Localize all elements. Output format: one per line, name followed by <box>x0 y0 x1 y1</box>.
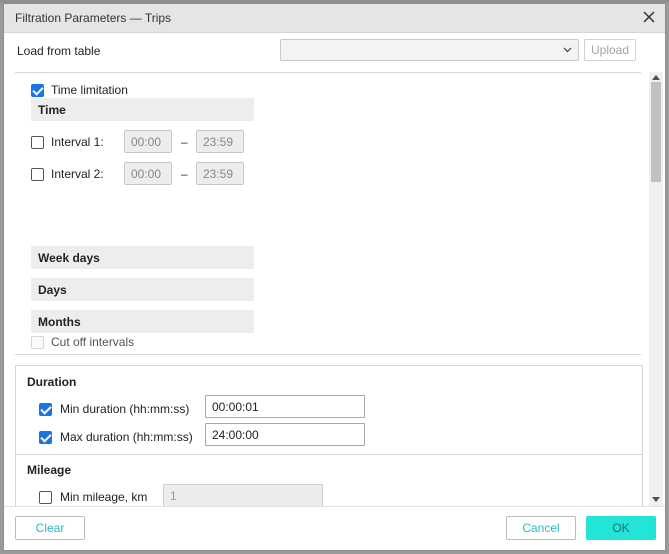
chevron-down-icon <box>563 47 572 53</box>
upload-button[interactable]: Upload <box>584 39 636 61</box>
load-from-table-label: Load from table <box>17 44 101 58</box>
interval-2-dash: – <box>181 167 188 181</box>
cancel-button[interactable]: Cancel <box>506 516 576 540</box>
interval-1-label: Interval 1: <box>51 135 104 149</box>
cut-off-intervals-checkbox[interactable] <box>31 336 44 349</box>
divider <box>15 354 641 355</box>
months-header[interactable]: Months <box>31 310 254 333</box>
filtration-dialog: Filtration Parameters — Trips Load from … <box>3 3 666 551</box>
vertical-scrollbar[interactable] <box>649 72 663 506</box>
interval-1-dash: – <box>181 135 188 149</box>
min-duration-checkbox[interactable] <box>39 403 52 416</box>
scroll-up-icon[interactable] <box>652 75 660 80</box>
time-limitation-checkbox[interactable] <box>31 84 44 97</box>
clear-button[interactable]: Clear <box>15 516 85 540</box>
mileage-title: Mileage <box>27 463 72 477</box>
interval-1-from-input[interactable]: 00:00 <box>124 130 172 153</box>
interval-2-to-input[interactable]: 23:59 <box>196 162 244 185</box>
week-days-header[interactable]: Week days <box>31 246 254 269</box>
cut-off-intervals-label: Cut off intervals <box>51 335 135 349</box>
time-limitation-label: Time limitation <box>51 83 128 97</box>
interval-1-to-input[interactable]: 23:59 <box>196 130 244 153</box>
interval-2-label: Interval 2: <box>51 167 104 181</box>
dialog-footer: Clear Cancel OK <box>4 507 665 550</box>
close-icon[interactable] <box>641 9 657 25</box>
table-select[interactable] <box>280 39 579 61</box>
interval-2-checkbox[interactable] <box>31 168 44 181</box>
time-header: Time <box>31 98 254 121</box>
min-mileage-checkbox[interactable] <box>39 491 52 504</box>
min-duration-label: Min duration (hh:mm:ss) <box>60 402 190 416</box>
duration-title: Duration <box>27 375 77 389</box>
scrollbar-thumb[interactable] <box>651 82 661 182</box>
divider <box>16 454 642 455</box>
interval-2-from-input[interactable]: 00:00 <box>124 162 172 185</box>
interval-1-checkbox[interactable] <box>31 136 44 149</box>
dialog-title: Filtration Parameters — Trips <box>15 11 172 25</box>
days-header[interactable]: Days <box>31 278 254 301</box>
min-duration-input[interactable]: 00:00:01 <box>205 395 365 418</box>
filter-scroll-area[interactable]: Time limitation Time Interval 1: 00:00 –… <box>4 72 665 506</box>
load-from-table-row: Load from table Upload <box>4 35 665 71</box>
min-mileage-input[interactable]: 1 <box>163 484 323 506</box>
duration-mileage-panel: Duration Min duration (hh:mm:ss) 00:00:0… <box>15 365 643 506</box>
max-duration-checkbox[interactable] <box>39 431 52 444</box>
dialog-titlebar: Filtration Parameters — Trips <box>4 4 665 33</box>
max-duration-input[interactable]: 24:00:00 <box>205 423 365 446</box>
max-duration-label: Max duration (hh:mm:ss) <box>60 430 193 444</box>
min-mileage-label: Min mileage, km <box>60 490 148 504</box>
scroll-down-icon[interactable] <box>652 497 660 502</box>
ok-button[interactable]: OK <box>586 516 656 540</box>
